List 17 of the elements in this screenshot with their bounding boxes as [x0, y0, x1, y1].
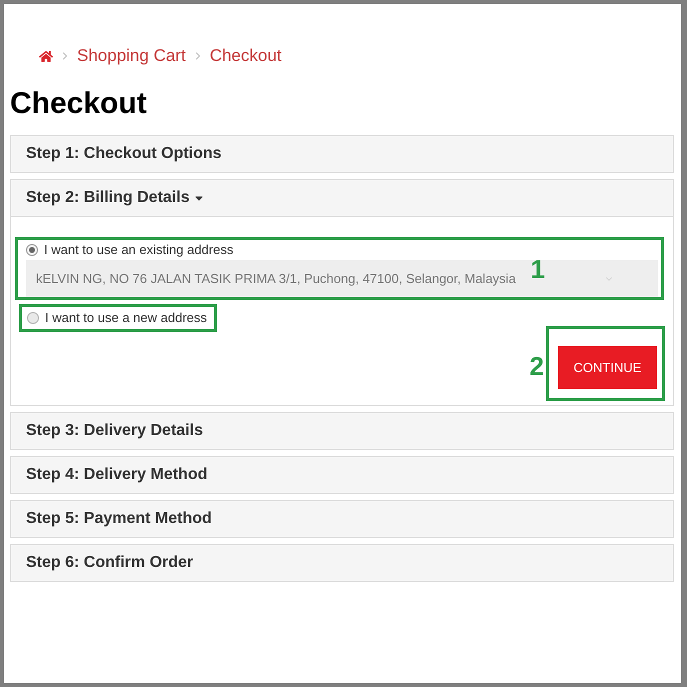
annotation-number: 2 — [530, 354, 544, 378]
page-title: Checkout — [10, 86, 148, 122]
step-header[interactable]: Step 6: Confirm Order — [11, 545, 673, 581]
step-header[interactable]: Step 5: Payment Method — [11, 501, 673, 537]
step-header[interactable]: Step 2: Billing Details — [11, 180, 673, 217]
step-header[interactable]: Step 4: Delivery Method — [11, 457, 673, 493]
option-label[interactable]: I want to use an existing address — [44, 243, 234, 257]
breadcrumb-link[interactable]: Checkout — [210, 45, 282, 67]
breadcrumb-link[interactable]: Shopping Cart — [77, 45, 186, 67]
step-header[interactable]: Step 1: Checkout Options — [11, 136, 673, 172]
option-label[interactable]: I want to use a new address — [45, 311, 207, 325]
continue-button[interactable]: CONTINUE — [558, 346, 657, 389]
step-header[interactable]: Step 3: Delivery Details — [11, 413, 673, 449]
home-icon[interactable] — [39, 50, 53, 62]
radio-button[interactable] — [27, 312, 39, 324]
annotation-number: 1 — [530, 257, 545, 281]
radio-button[interactable] — [26, 244, 38, 256]
